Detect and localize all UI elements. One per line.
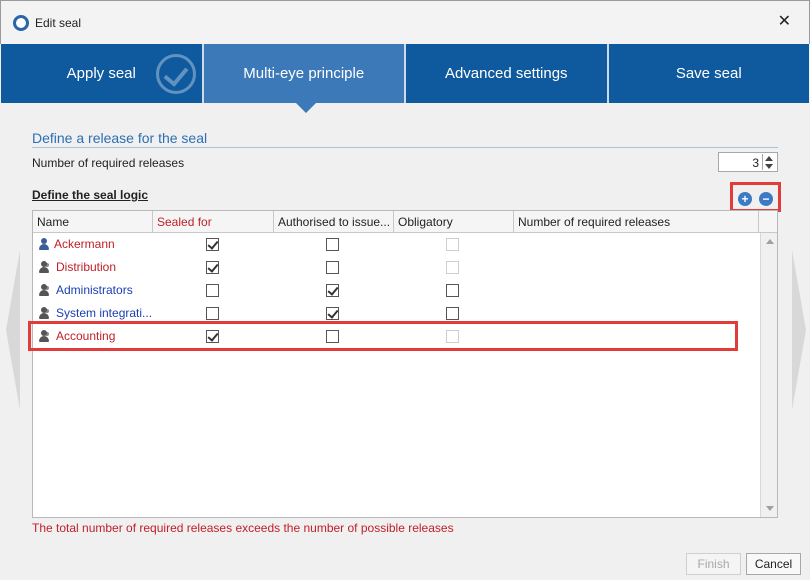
table-row[interactable]: Administrators: [33, 279, 759, 302]
authorised-checkbox[interactable]: [326, 261, 339, 274]
tab-multi-eye-principle[interactable]: Multi-eye principle: [203, 44, 404, 103]
obligatory-checkbox[interactable]: [446, 307, 459, 320]
table-row[interactable]: Ackermann: [33, 233, 759, 256]
row-name: Ackermann: [54, 237, 115, 251]
sealed-for-checkbox[interactable]: [206, 284, 219, 297]
tab-save-seal[interactable]: Save seal: [608, 44, 809, 103]
required-releases-label: Number of required releases: [32, 156, 185, 170]
scroll-up-icon[interactable]: [766, 239, 774, 244]
remove-circle-icon[interactable]: −: [759, 192, 773, 206]
stepper-down-icon[interactable]: [765, 164, 773, 169]
app-logo-icon: [13, 15, 29, 31]
user-group-icon: [38, 284, 50, 297]
wizard-tabs: Apply seal Multi-eye principle Advanced …: [1, 44, 809, 103]
close-icon[interactable]: ✕: [778, 11, 791, 31]
stepper-buttons: [762, 154, 776, 170]
stepper-up-icon[interactable]: [765, 156, 773, 161]
sealed-for-checkbox[interactable]: [206, 238, 219, 251]
user-group-icon: [38, 261, 50, 274]
obligatory-checkbox: [446, 261, 459, 274]
grid-header: Name Sealed for Authorised to issue... O…: [33, 211, 777, 233]
required-releases-stepper[interactable]: 3: [718, 152, 778, 172]
column-header-obligatory[interactable]: Obligatory: [394, 211, 514, 233]
tab-label: Save seal: [675, 65, 742, 82]
finish-button[interactable]: Finish: [686, 553, 741, 575]
add-circle-icon[interactable]: +: [738, 192, 752, 206]
column-header-required-releases[interactable]: Number of required releases: [514, 211, 759, 233]
authorised-checkbox[interactable]: [326, 284, 339, 297]
seal-logic-grid: Name Sealed for Authorised to issue... O…: [32, 210, 778, 518]
obligatory-checkbox: [446, 238, 459, 251]
next-page-arrow-icon[interactable]: [792, 250, 806, 410]
obligatory-checkbox[interactable]: [446, 284, 459, 297]
tab-label: Advanced settings: [444, 65, 568, 82]
tab-advanced-settings[interactable]: Advanced settings: [406, 44, 607, 103]
tab-apply-seal[interactable]: Apply seal: [1, 44, 202, 103]
error-message: The total number of required releases ex…: [32, 521, 454, 535]
cancel-button[interactable]: Cancel: [746, 553, 801, 575]
active-tab-pointer: [296, 103, 316, 113]
stepper-value[interactable]: 3: [719, 156, 759, 170]
highlight-accounting-row: [28, 321, 738, 351]
seal-logic-label: Define the seal logic: [32, 188, 149, 202]
title-bar: Edit seal ✕: [0, 0, 810, 44]
checkmark-icon: [155, 54, 196, 94]
previous-page-arrow-icon[interactable]: [6, 250, 20, 410]
sealed-for-checkbox[interactable]: [206, 307, 219, 320]
row-name: Distribution: [56, 260, 117, 274]
column-header-authorised[interactable]: Authorised to issue...: [274, 211, 394, 233]
tab-label: Apply seal: [66, 65, 136, 82]
section-divider: [32, 147, 778, 148]
vertical-scrollbar[interactable]: [760, 233, 777, 517]
authorised-checkbox[interactable]: [326, 307, 339, 320]
row-name: Administrators: [56, 283, 133, 297]
user-icon: [38, 238, 50, 251]
table-row[interactable]: Distribution: [33, 256, 759, 279]
tab-label: Multi-eye principle: [243, 65, 365, 82]
section-title: Define a release for the seal: [32, 130, 208, 146]
window-title: Edit seal: [35, 16, 82, 30]
column-header-sealed-for[interactable]: Sealed for: [153, 211, 274, 233]
user-group-icon: [38, 307, 50, 320]
sealed-for-checkbox[interactable]: [206, 261, 219, 274]
authorised-checkbox[interactable]: [326, 238, 339, 251]
column-header-name[interactable]: Name: [33, 211, 153, 233]
scroll-down-icon[interactable]: [766, 506, 774, 511]
